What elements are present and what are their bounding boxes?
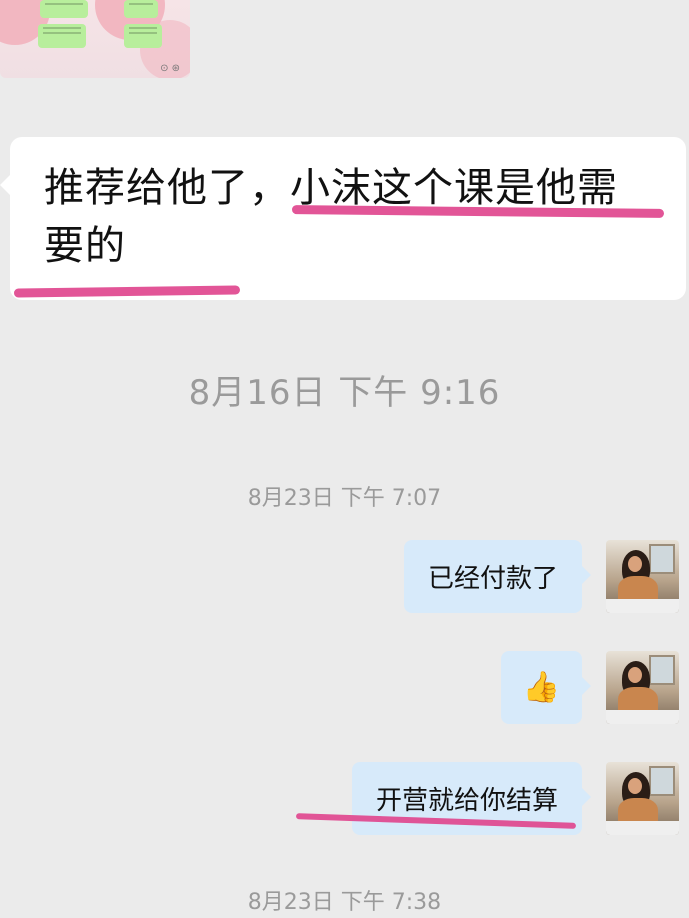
- thumbnail-status-icons: ⊙ ⊛: [160, 63, 180, 74]
- avatar[interactable]: [606, 651, 679, 724]
- avatar[interactable]: [606, 540, 679, 613]
- bubble-tail: [582, 677, 591, 695]
- timestamp-aug23-707: 8月23日 下午 7:07: [247, 486, 442, 511]
- outgoing-message-text: 已经付款了: [427, 564, 558, 594]
- incoming-message-line2: 要的: [44, 223, 126, 269]
- timestamp-aug16: 8月16日 下午 9:16: [188, 373, 501, 413]
- outgoing-message-row: 已经付款了: [403, 540, 679, 613]
- outgoing-message-text: 开营就给你结算: [375, 786, 558, 816]
- outgoing-message-bubble[interactable]: 👍: [500, 651, 591, 724]
- bubble-tail: [0, 175, 10, 195]
- bubble-tail: [582, 788, 591, 806]
- bubble-tail: [582, 566, 591, 584]
- outgoing-message-bubble[interactable]: 已经付款了: [403, 540, 591, 613]
- avatar[interactable]: [606, 762, 679, 835]
- incoming-message-bubble[interactable]: 推荐给他了，小沫这个课是他需 要的: [0, 137, 686, 300]
- timestamp-aug23-738: 8月23日 下午 7:38: [247, 890, 442, 915]
- shared-image-thumbnail[interactable]: ⊙ ⊛: [0, 0, 190, 78]
- outgoing-message-row: 👍: [500, 651, 679, 724]
- thumbs-up-icon: 👍: [522, 670, 560, 705]
